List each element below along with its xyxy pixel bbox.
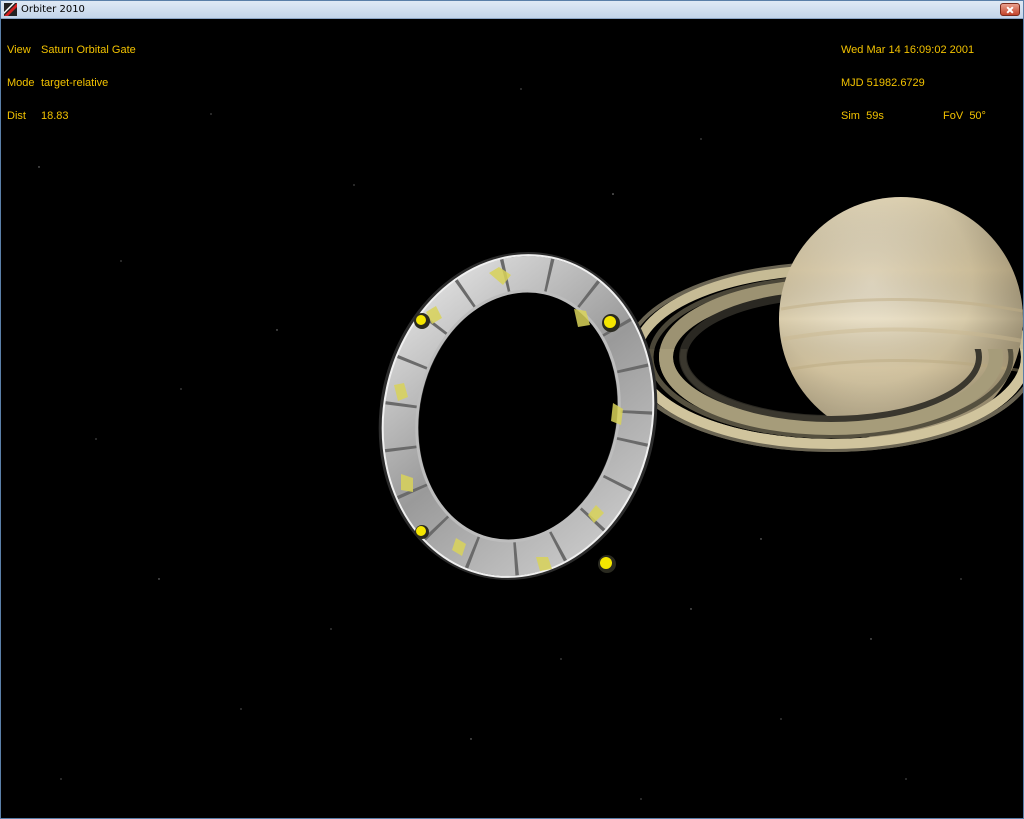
- hud-sim-row: Sim 59s FoV 50°: [841, 111, 1016, 122]
- orbiter-window: Orbiter 2010 View Saturn Orbital Gate Mo…: [0, 0, 1024, 819]
- hud-mode-value: target-relative: [41, 77, 109, 89]
- close-icon[interactable]: [1000, 3, 1020, 16]
- hud-mjd-label: MJD: [841, 77, 864, 89]
- hud-fov-label: FoV: [943, 110, 964, 122]
- hud-fov: FoV 50°: [943, 111, 986, 122]
- title-bar[interactable]: Orbiter 2010: [1, 1, 1023, 19]
- render-viewport[interactable]: View Saturn Orbital Gate Mode target-relat…: [1, 19, 1023, 818]
- hud-dist-value: 18.83: [41, 110, 69, 122]
- hud-mjd-value: 51982.6729: [866, 77, 925, 89]
- hud-camera-info: View Saturn Orbital Gate Mode target-relat…: [7, 23, 136, 144]
- hud-time-info: Wed Mar 14 16:09:02 2001 MJD 51982.6729 …: [841, 23, 1016, 144]
- hud-sim-value: 59s: [866, 110, 884, 122]
- orbiter-icon: [4, 3, 17, 16]
- hud-view-row: View Saturn Orbital Gate: [7, 45, 136, 56]
- hud-view-label: View: [7, 44, 31, 56]
- hud-datetime: Wed Mar 14 16:09:02 2001: [841, 44, 975, 56]
- hud-dist-label: Dist: [7, 110, 26, 122]
- hud-dist-row: Dist 18.83: [7, 111, 136, 122]
- orbital-gate: [378, 252, 658, 580]
- hud-sim-label: Sim: [841, 110, 860, 122]
- hud-fov-value: 50°: [969, 110, 986, 122]
- window-title: Orbiter 2010: [21, 4, 85, 15]
- hud-view-value: Saturn Orbital Gate: [41, 44, 136, 56]
- hud-mode-row: Mode target-relative: [7, 78, 136, 89]
- hud-mjd-row: MJD 51982.6729: [841, 78, 1016, 89]
- hud-mode-label: Mode: [7, 77, 35, 89]
